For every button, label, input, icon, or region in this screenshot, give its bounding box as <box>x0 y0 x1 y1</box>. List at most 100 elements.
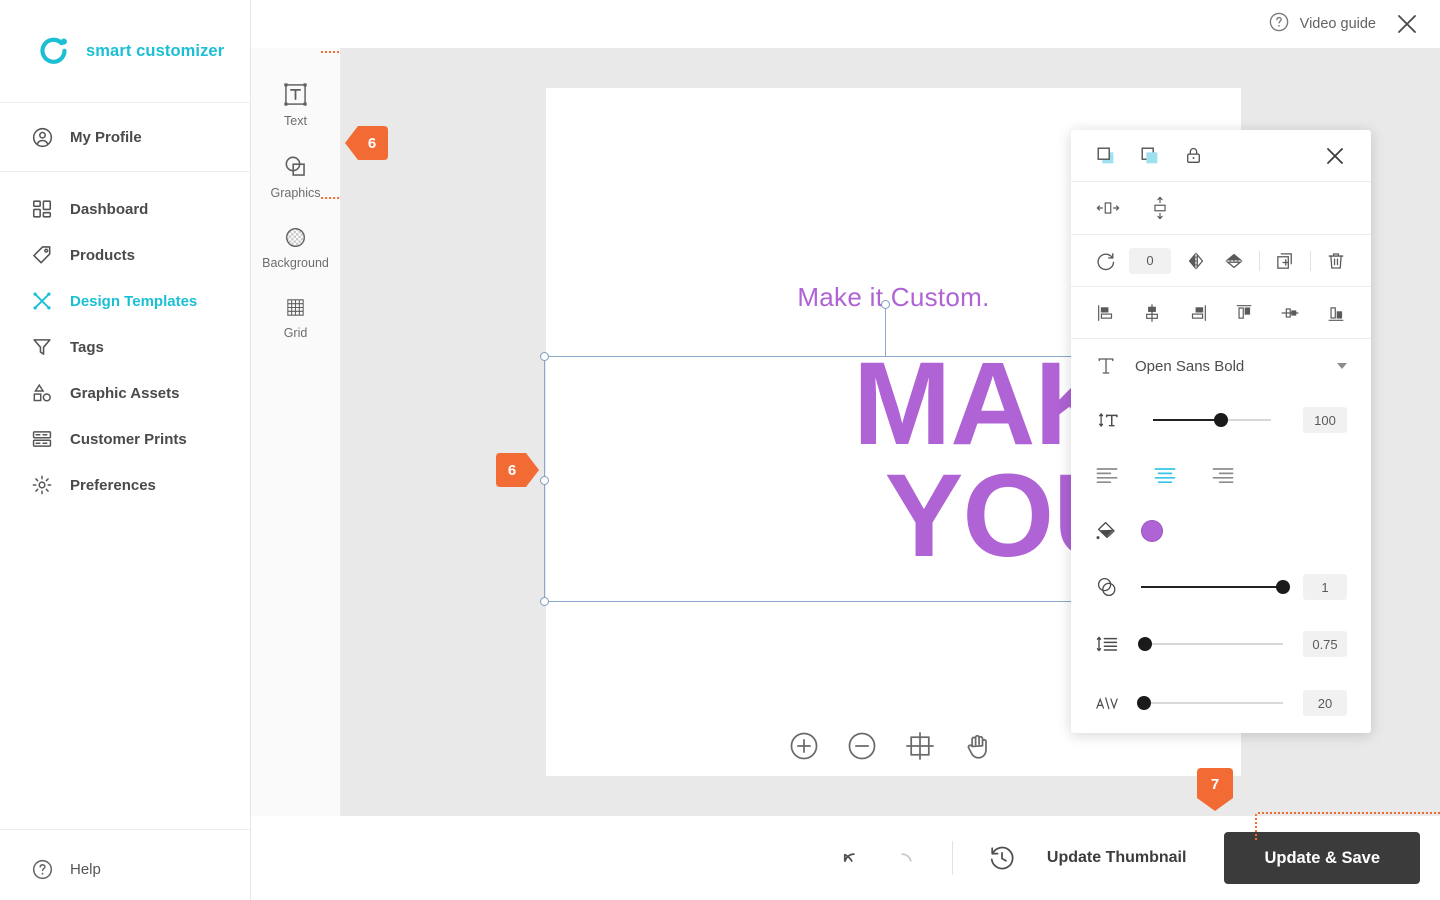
tool-grid[interactable]: Grid <box>251 282 340 352</box>
lock-icon[interactable] <box>1183 145 1204 166</box>
rotation-value[interactable]: 0 <box>1129 247 1171 274</box>
grid-icon <box>284 296 307 319</box>
sidebar-item-my-profile[interactable]: My Profile <box>0 111 250 163</box>
sidebar-item-label: Design Templates <box>70 292 198 310</box>
tool-graphics[interactable]: Graphics <box>251 140 340 212</box>
bring-to-front-icon[interactable] <box>1095 145 1117 167</box>
fit-to-screen-icon[interactable] <box>902 728 938 764</box>
sidebar-item-label: My Profile <box>70 128 142 146</box>
zoom-in-icon[interactable] <box>786 728 822 764</box>
font-family-value: Open Sans Bold <box>1135 357 1245 375</box>
letter-spacing-slider[interactable] <box>1136 694 1283 712</box>
align-top-icon[interactable] <box>1233 302 1255 324</box>
divider <box>1310 250 1311 271</box>
video-guide-button[interactable]: Video guide <box>1268 11 1376 37</box>
sidebar-group-main: Dashboard Products Design Templates Tags… <box>0 172 250 830</box>
close-icon[interactable] <box>1392 9 1422 39</box>
bottom-bar: Update Thumbnail Update & Save <box>251 816 1440 900</box>
dashboard-grid-icon <box>30 197 54 221</box>
undo-icon[interactable] <box>836 841 870 875</box>
brand-header: smart customizer <box>0 0 250 103</box>
line-height-slider[interactable] <box>1138 635 1283 653</box>
line-height-value[interactable]: 0.75 <box>1303 631 1347 657</box>
sidebar-item-label: Dashboard <box>70 200 149 218</box>
align-middle-vertical-icon[interactable] <box>1279 302 1301 324</box>
align-bottom-icon[interactable] <box>1325 302 1347 324</box>
text-box-icon <box>283 82 308 107</box>
flip-horizontal-icon[interactable] <box>1185 250 1207 272</box>
close-icon[interactable] <box>1323 144 1347 168</box>
prints-stack-icon <box>30 427 54 451</box>
update-and-save-button[interactable]: Update & Save <box>1224 832 1420 884</box>
panel-layer-row <box>1071 130 1371 182</box>
tool-text[interactable]: Text <box>251 68 340 140</box>
font-size-value[interactable]: 100 <box>1303 407 1347 433</box>
align-right-icon[interactable] <box>1187 302 1209 324</box>
sidebar-item-help[interactable]: Help <box>0 846 250 892</box>
panel-font-size-row: 100 <box>1071 393 1371 447</box>
rotate-icon[interactable] <box>1095 250 1117 272</box>
fill-color-swatch[interactable] <box>1141 520 1163 542</box>
sidebar-item-preferences[interactable]: Preferences <box>0 462 250 508</box>
sidebar-item-tags[interactable]: Tags <box>0 324 250 370</box>
divider <box>951 841 953 875</box>
question-circle-icon <box>30 857 54 881</box>
sidebar-item-design-templates[interactable]: Design Templates <box>0 278 250 324</box>
user-circle-icon <box>30 125 54 149</box>
tag-icon <box>30 243 54 267</box>
zoom-out-icon[interactable] <box>844 728 880 764</box>
sidebar: smart customizer My Profile Dashboard Pr… <box>0 0 251 900</box>
panel-align-row <box>1071 287 1371 339</box>
sidebar-group-profile: My Profile <box>0 103 250 172</box>
fit-width-icon[interactable] <box>1095 197 1121 219</box>
paint-bucket-icon <box>1095 519 1119 543</box>
sidebar-item-customer-prints[interactable]: Customer Prints <box>0 416 250 462</box>
redo-icon[interactable] <box>886 841 920 875</box>
align-center-horizontal-icon[interactable] <box>1141 302 1163 324</box>
align-left-icon[interactable] <box>1095 302 1117 324</box>
panel-line-height-row: 0.75 <box>1071 615 1371 673</box>
letter-spacing-icon <box>1095 692 1119 714</box>
zoom-controls <box>341 728 1440 764</box>
tool-background[interactable]: Background <box>251 212 340 282</box>
panel-fill-row <box>1071 503 1371 559</box>
sidebar-item-label: Help <box>70 860 101 878</box>
text-align-left-icon[interactable] <box>1095 465 1119 485</box>
ring-dot-logo-icon <box>38 34 72 68</box>
sidebar-item-dashboard[interactable]: Dashboard <box>0 186 250 232</box>
sidebar-item-label: Products <box>70 246 136 264</box>
sidebar-item-label: Preferences <box>70 476 156 494</box>
text-align-center-icon[interactable] <box>1153 465 1177 485</box>
update-thumbnail-button[interactable]: Update Thumbnail <box>1019 849 1215 867</box>
opacity-value[interactable]: 1 <box>1303 574 1347 600</box>
trash-icon[interactable] <box>1325 250 1347 272</box>
opacity-slider[interactable] <box>1141 578 1290 596</box>
sidebar-item-graphic-assets[interactable]: Graphic Assets <box>0 370 250 416</box>
tool-label: Text <box>284 114 307 128</box>
sidebar-group-help: Help <box>0 830 250 900</box>
sidebar-item-products[interactable]: Products <box>0 232 250 278</box>
sidebar-item-label: Customer Prints <box>70 430 187 448</box>
font-size-slider[interactable] <box>1153 411 1271 429</box>
shapes-icon <box>30 381 54 405</box>
history-controls <box>836 841 1019 875</box>
fit-height-icon[interactable] <box>1149 195 1171 221</box>
history-clock-icon[interactable] <box>985 841 1019 875</box>
duplicate-icon[interactable] <box>1274 250 1296 272</box>
chevron-down-icon[interactable] <box>1337 363 1347 369</box>
brand-name: smart customizer <box>86 41 225 60</box>
video-guide-label: Video guide <box>1299 16 1376 32</box>
sidebar-item-label: Tags <box>70 338 104 356</box>
pan-hand-icon[interactable] <box>960 728 996 764</box>
send-to-back-icon[interactable] <box>1139 145 1161 167</box>
panel-transform-row: 0 <box>1071 235 1371 287</box>
flip-vertical-icon[interactable] <box>1223 250 1245 272</box>
panel-letter-spacing-row: 20 <box>1071 673 1371 733</box>
font-family-icon <box>1095 355 1117 377</box>
panel-text-align-row <box>1071 447 1371 503</box>
tool-rail: Text Graphics Background Grid <box>251 48 343 816</box>
panel-font-row[interactable]: Open Sans Bold <box>1071 339 1371 393</box>
letter-spacing-value[interactable]: 20 <box>1303 690 1347 716</box>
text-align-right-icon[interactable] <box>1211 465 1235 485</box>
tool-label: Grid <box>283 326 308 340</box>
